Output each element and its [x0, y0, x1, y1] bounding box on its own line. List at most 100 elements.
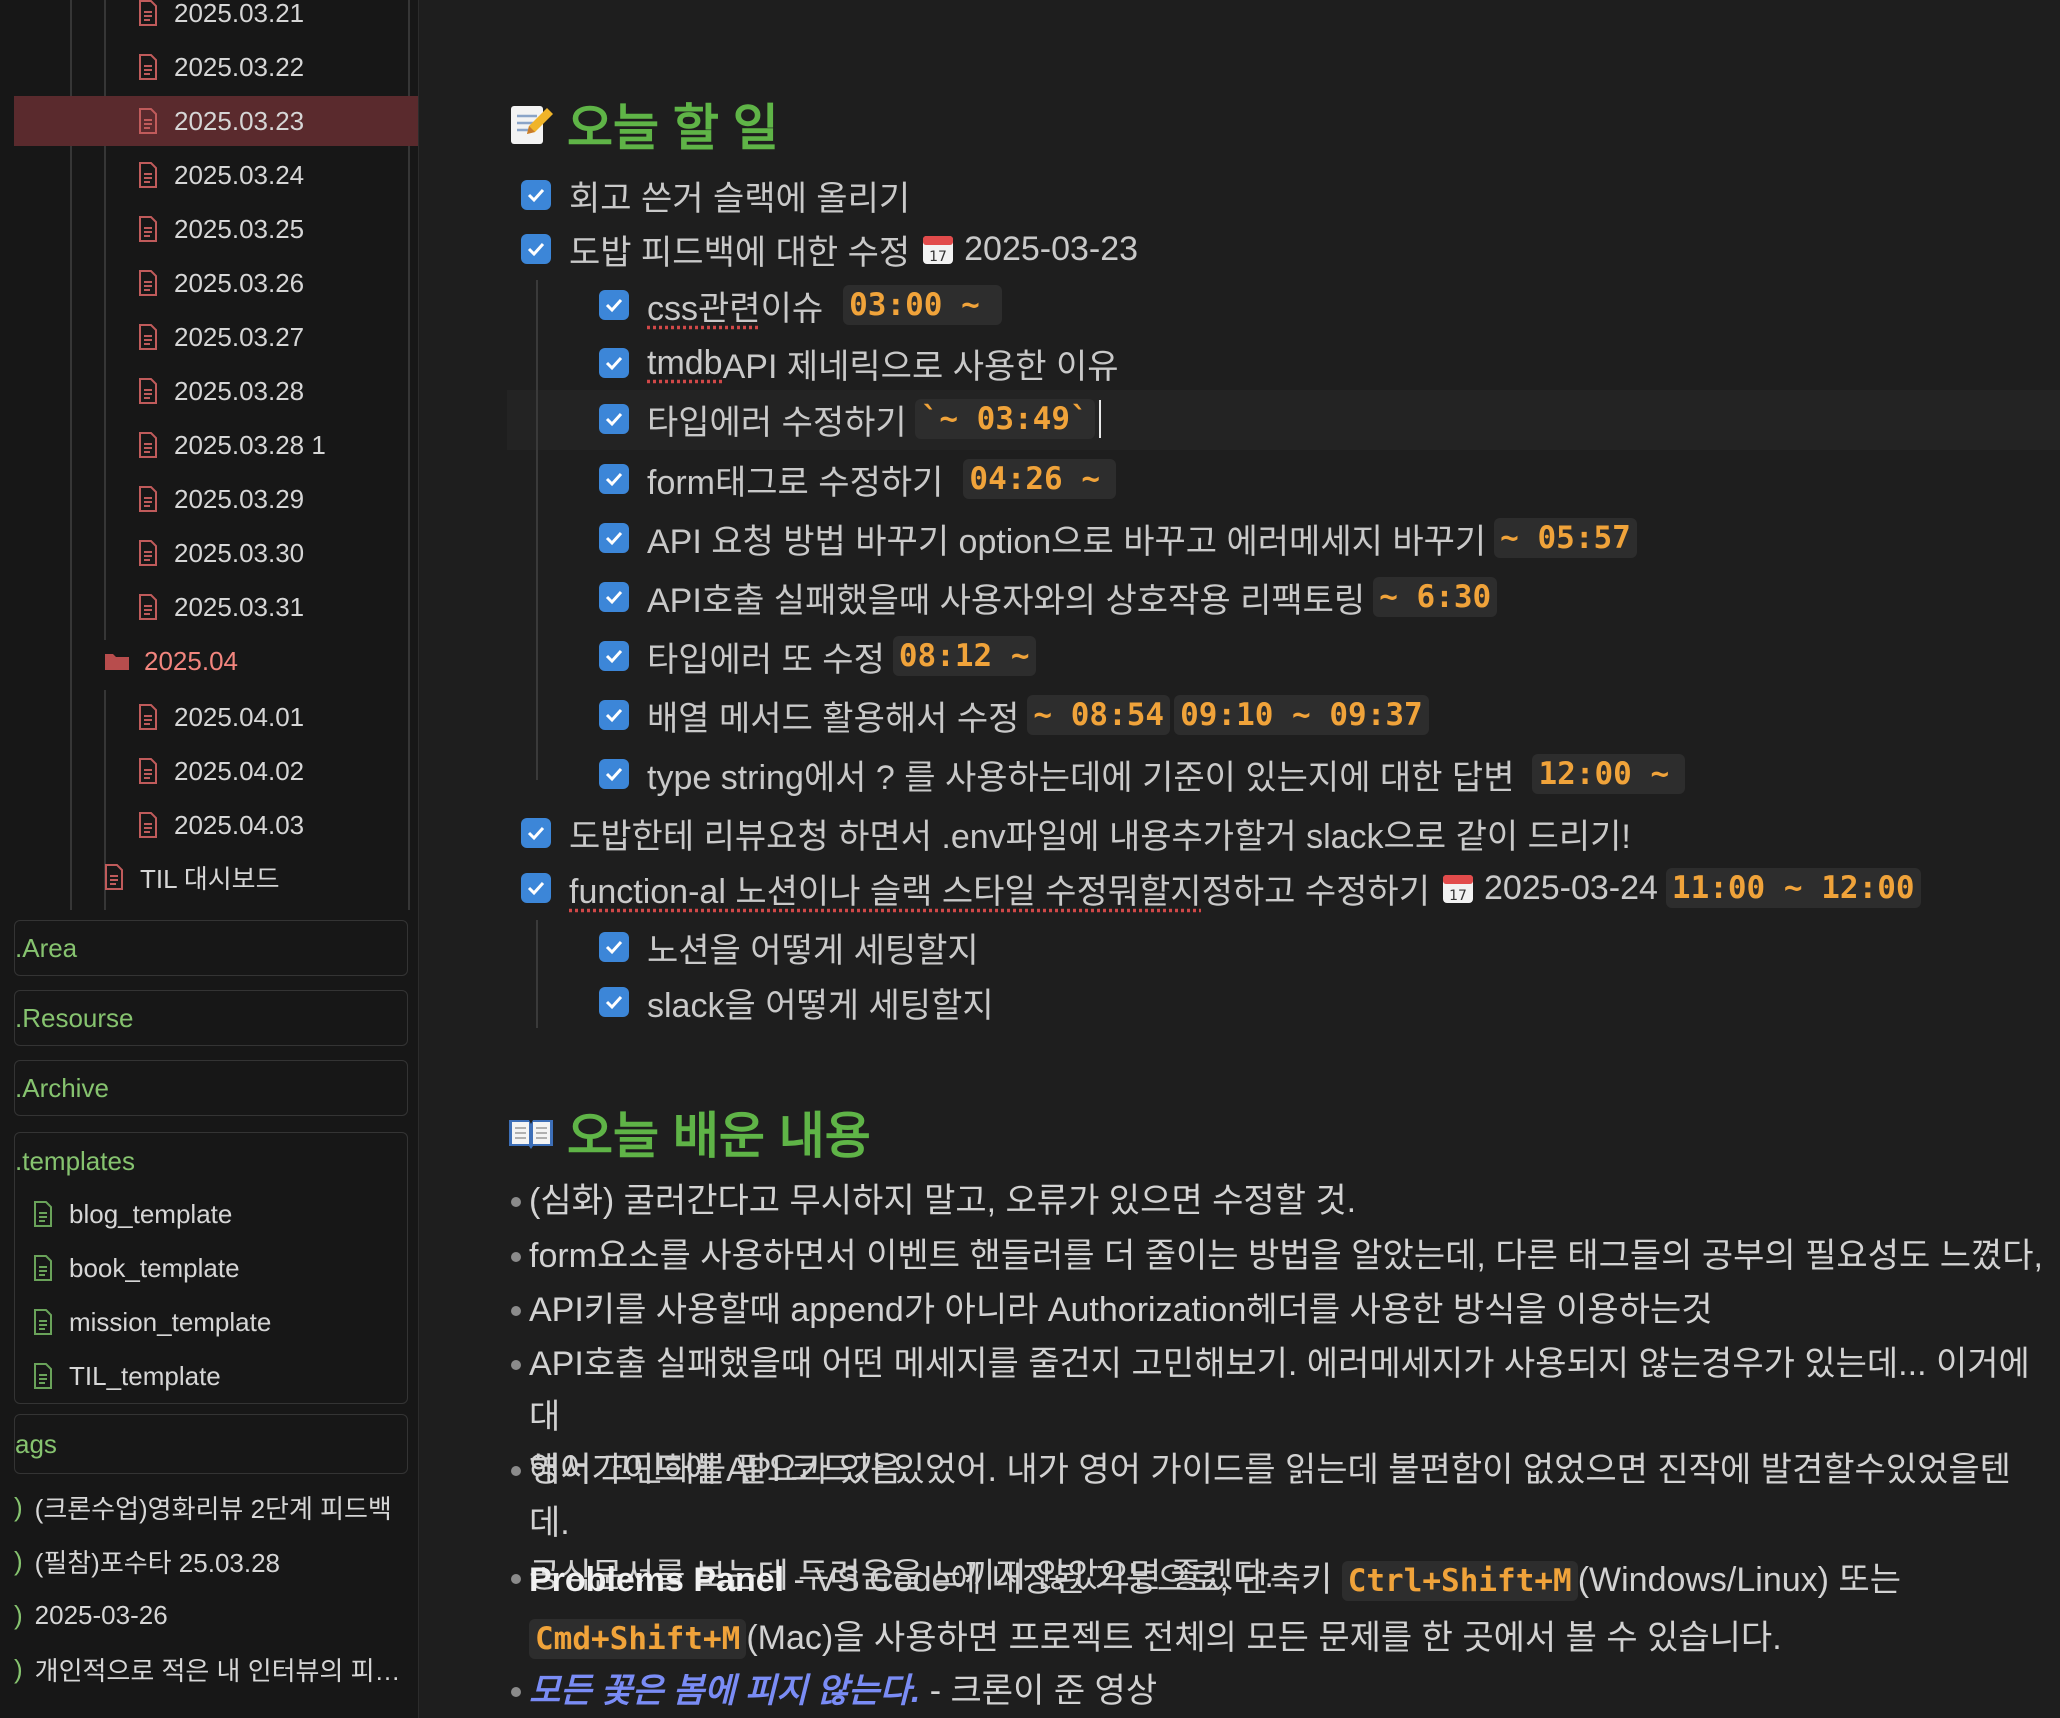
bullet-dot [511, 1466, 521, 1476]
task-text: 노션을 어떻게 세팅할지 [647, 931, 979, 970]
due-date: 2025-03-23 [964, 229, 1139, 268]
time-code: 09:10 ~ 09:37 [1174, 695, 1429, 735]
file-item[interactable]: 2025.04.01 [14, 692, 418, 742]
template-file[interactable]: blog_template [33, 1189, 232, 1239]
tag-label: 2025-03-26 [34, 1599, 168, 1630]
time-code: ~ 6:30 [1373, 577, 1498, 617]
checkbox-checked-icon[interactable] [521, 873, 551, 903]
file-icon [34, 1363, 52, 1389]
time-code: 03:00 ~ [843, 285, 1002, 325]
subtask-item: slack을 어떻게 세팅할지 [599, 975, 994, 1029]
section-resourse[interactable]: .Resourse [14, 990, 408, 1046]
checkbox-checked-icon[interactable] [599, 523, 629, 553]
folder-2025-04[interactable]: 2025.04 [14, 636, 418, 686]
task-text: type string에서 ? 를 사용하는데에 기준이 있는지에 대한 답변 [647, 758, 1515, 797]
template-file[interactable]: mission_template [33, 1297, 271, 1347]
checkbox-checked-icon[interactable] [599, 932, 629, 962]
file-label: TIL_template [69, 1360, 221, 1391]
subtask-item: 배열 메서드 활용해서 수정 ~ 08:54 09:10 ~ 09:37 [599, 688, 1429, 742]
file-item[interactable]: 2025.04.02 [14, 746, 418, 796]
shortcut-code: Ctrl+Shift+M [1341, 1561, 1578, 1601]
time-code: 08:12 ~ [892, 636, 1036, 676]
checkbox-checked-icon[interactable] [599, 700, 629, 730]
file-icon [139, 162, 157, 188]
task-text: 타입에러 또 수정 [647, 640, 885, 679]
checkbox-checked-icon[interactable] [599, 348, 629, 378]
section-archive[interactable]: .Archive [14, 1060, 408, 1116]
checkbox-checked-icon[interactable] [599, 404, 629, 434]
checkbox-checked-icon[interactable] [599, 464, 629, 494]
file-til-dashboard[interactable]: TIL 대시보드 [14, 852, 418, 902]
task-text: form태그로 수정하기 [647, 463, 944, 502]
file-icon [139, 486, 157, 512]
tag-item[interactable]: ) (크론수업)영화리뷰 2단계 피드백 [14, 1482, 408, 1532]
file-item[interactable]: 2025.03.28 [14, 366, 418, 416]
file-item[interactable]: 2025.03.25 [14, 204, 418, 254]
file-item[interactable]: 2025.03.29 [14, 474, 418, 524]
bullet-dot [511, 1197, 521, 1207]
file-label: 2025.03.22 [174, 51, 305, 82]
tags-section-header[interactable]: ags [14, 1414, 408, 1474]
tag-item[interactable]: ) 2025-03-26 [14, 1590, 408, 1640]
bullet-dot [511, 1687, 521, 1697]
bullet-text: API키를 사용할때 append가 아니라 Authorization헤더를 … [529, 1291, 1713, 1329]
file-explorer-sidebar: 2025.04 TIL 대시보드 .Area .Resourse .Archiv… [0, 0, 419, 1718]
bullet-text: - 크론이 준 영상 [920, 1672, 1158, 1710]
subtask-item: 타입에러 또 수정 08:12 ~ [599, 629, 1036, 683]
tag-bullet-icon: ) [14, 1653, 23, 1684]
checkbox-checked-icon[interactable] [599, 290, 629, 320]
tag-bullet-icon: ) [14, 1599, 23, 1630]
file-icon [105, 864, 123, 890]
time-code: 04:26 ~ [963, 459, 1117, 499]
file-item[interactable]: 2025.03.22 [14, 42, 418, 92]
task-text: 배열 메서드 활용해서 수정 [647, 699, 1020, 738]
internal-link[interactable]: 모든 꽃은 봄에 피지 않는다. [529, 1672, 920, 1710]
file-item[interactable]: 2025.03.24 [14, 150, 418, 200]
section-area[interactable]: .Area [14, 920, 408, 976]
template-file[interactable]: TIL_template [33, 1351, 221, 1401]
heading-text: 오늘 할 일 [567, 100, 779, 156]
checkbox-checked-icon[interactable] [521, 818, 551, 848]
file-item[interactable]: 2025.03.27 [14, 312, 418, 362]
bold-term: Problems Panel [529, 1561, 785, 1599]
folder-open-icon [105, 654, 129, 670]
indent-guide [536, 280, 538, 780]
file-icon [139, 812, 157, 838]
subtask-item: form태그로 수정하기 04:26 ~ [599, 452, 1117, 506]
section-label[interactable]: .templates [15, 1133, 135, 1189]
file-item[interactable]: 2025.03.31 [14, 582, 418, 632]
checkbox-checked-icon[interactable] [599, 582, 629, 612]
bullet-text: 영어가이드에 API 코드가 있었어. 내가 영어 가이드를 읽는데 불편함이 … [529, 1451, 2011, 1542]
tag-item[interactable]: ) (필참)포수타 25.03.28 [14, 1536, 408, 1586]
file-label: TIL 대시보드 [140, 863, 280, 894]
time-code: 11:00 ~ 12:00 [1665, 868, 1921, 908]
file-label: 2025.03.28 [174, 375, 305, 406]
checkbox-checked-icon[interactable] [521, 234, 551, 264]
checkbox-checked-icon[interactable] [599, 641, 629, 671]
file-item[interactable]: 2025.03.30 [14, 528, 418, 578]
section-label: ags [15, 1428, 57, 1459]
file-label: 2025.04.02 [174, 755, 305, 786]
file-item[interactable]: 2025.03.26 [14, 258, 418, 308]
subtask-item: css관련 이슈 03:00 ~ [599, 278, 1002, 332]
task-text: API 요청 방법 바꾸기 option으로 바꾸고 에러메세지 바꾸기 [647, 522, 1487, 561]
file-item[interactable]: 2025.04.03 [14, 800, 418, 850]
file-item[interactable]: 2025.03.23 [14, 96, 418, 146]
due-date: 2025-03-24 [1483, 868, 1658, 907]
file-item[interactable]: 2025.03.21 [14, 0, 418, 38]
memo-icon [511, 106, 553, 144]
file-item[interactable]: 2025.03.28 1 [14, 420, 418, 470]
svg-text:17: 17 [929, 249, 947, 265]
todo-heading: 오늘 할 일 [507, 88, 779, 160]
template-file[interactable]: book_template [33, 1243, 240, 1293]
note-editor[interactable]: 오늘 할 일 회고 쓴거 슬랙에 올리기 도밥 피드백에 대한 수정 17 20… [419, 0, 2060, 1718]
checkbox-checked-icon[interactable] [599, 759, 629, 789]
checkbox-checked-icon[interactable] [521, 180, 551, 210]
tag-label: 개인적으로 적은 내 인터뷰의 피… [34, 1655, 401, 1686]
tag-item[interactable]: ) 개인적으로 적은 내 인터뷰의 피… [14, 1644, 408, 1694]
heading-text: 오늘 배운 내용 [567, 1108, 871, 1164]
file-label: 2025.03.27 [174, 321, 305, 352]
indent-guide [536, 920, 538, 1028]
open-book-icon [509, 1120, 553, 1149]
checkbox-checked-icon[interactable] [599, 987, 629, 1017]
